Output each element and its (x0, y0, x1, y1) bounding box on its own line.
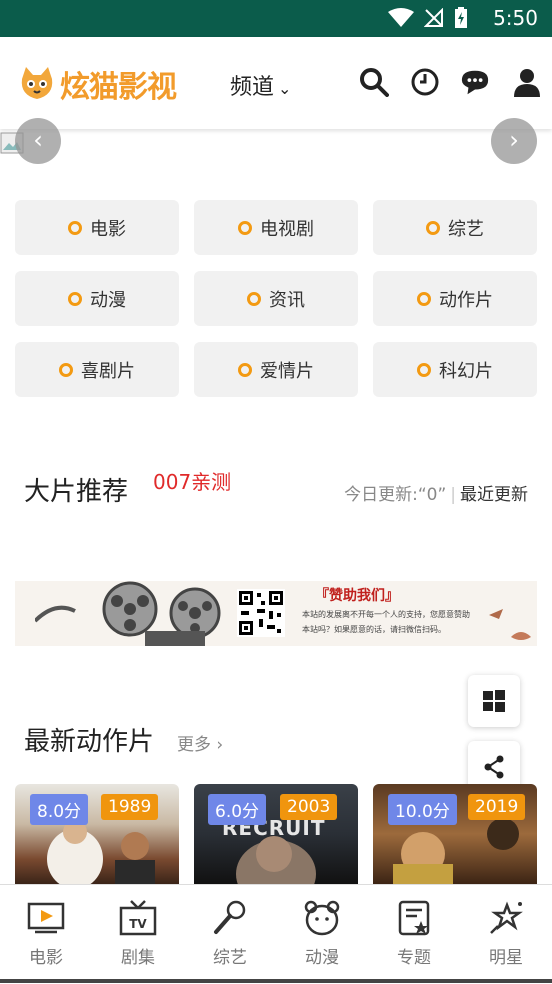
circle-icon (238, 362, 252, 377)
app-header: 炫猫影视 频道 ⌄ (0, 37, 552, 129)
action-section-title: 最新动作片 (24, 727, 155, 757)
year-badge: 2003 (280, 794, 338, 820)
circle-icon (247, 291, 261, 306)
channel-label: 频道 (230, 75, 275, 100)
category-news[interactable]: 资讯 (194, 271, 358, 326)
category-action[interactable]: 动作片 (373, 271, 537, 326)
movie-poster-1[interactable]: 8.0分 1989 (15, 784, 179, 884)
share-icon (484, 755, 504, 779)
chevron-down-icon: ⌄ (278, 79, 292, 98)
category-label: 爱情片 (260, 360, 314, 382)
banner-next-button[interactable]: › (491, 118, 537, 164)
category-label: 科幻片 (439, 360, 493, 382)
tab-label: 综艺 (213, 948, 247, 968)
category-comedy[interactable]: 喜剧片 (15, 342, 179, 397)
circle-icon (59, 362, 73, 377)
category-anime[interactable]: 动漫 (15, 271, 179, 326)
circle-icon (426, 220, 440, 235)
circle-icon (68, 291, 82, 306)
divider: | (450, 485, 456, 505)
chevron-right-icon: › (216, 735, 224, 755)
circle-icon (417, 291, 431, 306)
banner-carousel[interactable] (0, 129, 552, 174)
category-variety[interactable]: 综艺 (373, 200, 537, 255)
tab-series[interactable]: TV 剧集 (92, 885, 184, 984)
featured-tag: 007亲测 (153, 470, 232, 494)
score-badge: 8.0分 (30, 794, 89, 825)
system-nav-bar (0, 979, 552, 983)
category-movie[interactable]: 电影 (15, 200, 179, 255)
category-tv-series[interactable]: 电视剧 (194, 200, 358, 255)
tab-movie[interactable]: 电影 (0, 885, 92, 984)
movie-icon (27, 902, 65, 934)
battery-charging-icon (455, 7, 467, 28)
year-badge: 1989 (101, 794, 159, 820)
category-label: 喜剧片 (81, 360, 135, 382)
qr-code-icon (237, 589, 285, 637)
more-link[interactable]: 更多 › (177, 730, 223, 755)
status-icons (388, 7, 468, 29)
tab-star[interactable]: 明星 (460, 885, 552, 984)
category-label: 动作片 (439, 289, 493, 311)
wifi-icon (388, 8, 414, 27)
today-update-count: 今日更新:“0” (344, 485, 447, 505)
tv-icon: TV (119, 900, 157, 936)
message-icon[interactable] (460, 67, 490, 97)
bear-icon (304, 900, 340, 936)
search-icon[interactable] (359, 67, 389, 97)
circle-icon (417, 362, 431, 377)
channel-dropdown[interactable]: 频道 ⌄ (230, 69, 291, 101)
tab-label: 动漫 (305, 948, 339, 968)
category-label: 电影 (90, 218, 126, 240)
featured-title: 大片推荐 (24, 477, 129, 507)
category-label: 资讯 (269, 289, 305, 311)
sponsor-line-1: 本站的发展离不开每一个人的支持，您愿意赞助 (302, 610, 470, 619)
tab-label: 电影 (29, 948, 63, 968)
sponsor-title: 『赞助我们』 (315, 588, 399, 604)
sponsor-banner[interactable]: 『赞助我们』 本站的发展离不开每一个人的支持，您愿意赞助 本站吗？如果愿意的话，… (15, 581, 537, 646)
category-label: 动漫 (90, 289, 126, 311)
tab-topic[interactable]: 专题 (368, 885, 460, 984)
film-projector-icon (35, 581, 221, 646)
score-badge: 6.0分 (208, 794, 267, 825)
score-badge: 10.0分 (388, 794, 457, 825)
tab-label: 剧集 (121, 948, 155, 968)
clock: 5:50 (493, 6, 538, 30)
category-label: 电视剧 (260, 218, 314, 240)
circle-icon (68, 220, 82, 235)
windows-icon (483, 690, 505, 712)
bottom-tab-bar: 电影 TV 剧集 综艺 动漫 专题 明星 (0, 884, 552, 984)
cat-logo-icon (21, 67, 53, 99)
circle-icon (238, 220, 252, 235)
no-signal-icon (424, 8, 443, 27)
app-logo[interactable]: 炫猫影视 (18, 63, 177, 105)
category-grid: 电影 电视剧 综艺 动漫 资讯 动作片 喜剧片 爱情片 科幻片 (15, 200, 537, 397)
recent-update-link[interactable]: 最近更新 (460, 485, 528, 505)
year-badge: 2019 (468, 794, 526, 820)
movie-poster-2[interactable]: RECRUIT 6.0分 2003 (194, 784, 358, 884)
status-bar: 5:50 (0, 0, 552, 37)
category-romance[interactable]: 爱情片 (194, 342, 358, 397)
tab-label: 明星 (489, 948, 523, 968)
tab-variety[interactable]: 综艺 (184, 885, 276, 984)
movie-poster-3[interactable]: 2019 10.0分 (373, 784, 537, 884)
windows-button[interactable] (468, 675, 520, 727)
sponsor-line-2: 本站吗？如果愿意的话，请扫微信扫码。 (302, 625, 446, 634)
update-info: 今日更新:“0” | 最近更新 (344, 480, 528, 505)
decor-shells-icon (489, 609, 531, 640)
microphone-icon (214, 900, 246, 934)
category-label: 综艺 (448, 218, 484, 240)
topic-icon (398, 900, 430, 936)
user-icon[interactable] (512, 67, 542, 97)
history-icon[interactable] (410, 67, 440, 97)
logo-text: 炫猫影视 (60, 70, 177, 105)
category-scifi[interactable]: 科幻片 (373, 342, 537, 397)
star-icon (490, 901, 523, 934)
tab-anime[interactable]: 动漫 (276, 885, 368, 984)
more-label: 更多 (177, 735, 211, 755)
banner-prev-button[interactable]: ‹ (15, 118, 61, 164)
tab-label: 专题 (397, 948, 431, 968)
svg-text:TV: TV (129, 917, 147, 931)
